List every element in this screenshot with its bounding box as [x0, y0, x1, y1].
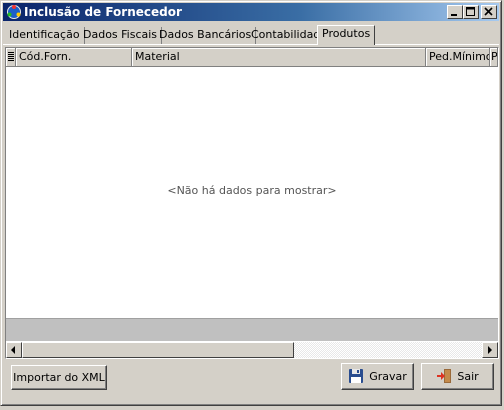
horizontal-scrollbar[interactable]: [6, 342, 498, 358]
products-grid[interactable]: Cód.Forn. Material Ped.Mínimo P <Não há …: [5, 47, 499, 359]
tab-produtos[interactable]: Produtos: [317, 25, 376, 45]
scroll-thumb[interactable]: [22, 342, 294, 358]
title-bar[interactable]: Inclusão de Fornecedor: [3, 3, 499, 21]
supplier-dialog: Inclusão de Fornecedor Identificação Dad…: [0, 0, 502, 406]
scroll-right-button[interactable]: [482, 342, 498, 358]
arrow-left-icon: [11, 346, 15, 354]
maximize-icon: [466, 7, 475, 16]
window-title: Inclusão de Fornecedor: [24, 5, 182, 19]
tab-divider: [3, 44, 499, 45]
floppy-disk-icon: [349, 369, 364, 383]
column-header-p[interactable]: P: [490, 48, 498, 66]
grid-header: Cód.Forn. Material Ped.Mínimo P: [6, 48, 498, 67]
save-button-label: Gravar: [369, 370, 407, 383]
column-chooser-icon: [8, 52, 14, 61]
column-header-material[interactable]: Material: [132, 48, 426, 66]
empty-grid-message: <Não há dados para mostrar>: [167, 184, 337, 197]
import-xml-button[interactable]: Importar do XML: [11, 365, 107, 390]
maximize-button[interactable]: [463, 5, 479, 19]
column-header-cod-forn[interactable]: Cód.Forn.: [16, 48, 132, 66]
save-button[interactable]: Gravar: [341, 363, 414, 390]
tab-strip: Identificação Dados Fiscais Dados Bancár…: [5, 25, 499, 45]
tab-dados-fiscais[interactable]: Dados Fiscais: [79, 27, 163, 44]
arrow-right-icon: [488, 346, 492, 354]
column-chooser-button[interactable]: [6, 48, 16, 66]
tab-identificacao[interactable]: Identificação: [5, 27, 85, 44]
minimize-button[interactable]: [447, 5, 463, 19]
exit-button[interactable]: Sair: [421, 363, 494, 390]
app-icon: [7, 5, 21, 19]
close-button[interactable]: [481, 5, 497, 19]
exit-button-label: Sair: [457, 370, 479, 383]
close-icon: [484, 7, 493, 16]
exit-door-icon: [437, 369, 452, 383]
grid-footer: [6, 318, 498, 341]
scroll-left-button[interactable]: [6, 342, 22, 358]
column-header-ped-minimo[interactable]: Ped.Mínimo: [426, 48, 490, 66]
minimize-icon: [451, 14, 457, 16]
tab-dados-bancarios[interactable]: Dados Bancários: [155, 27, 257, 44]
